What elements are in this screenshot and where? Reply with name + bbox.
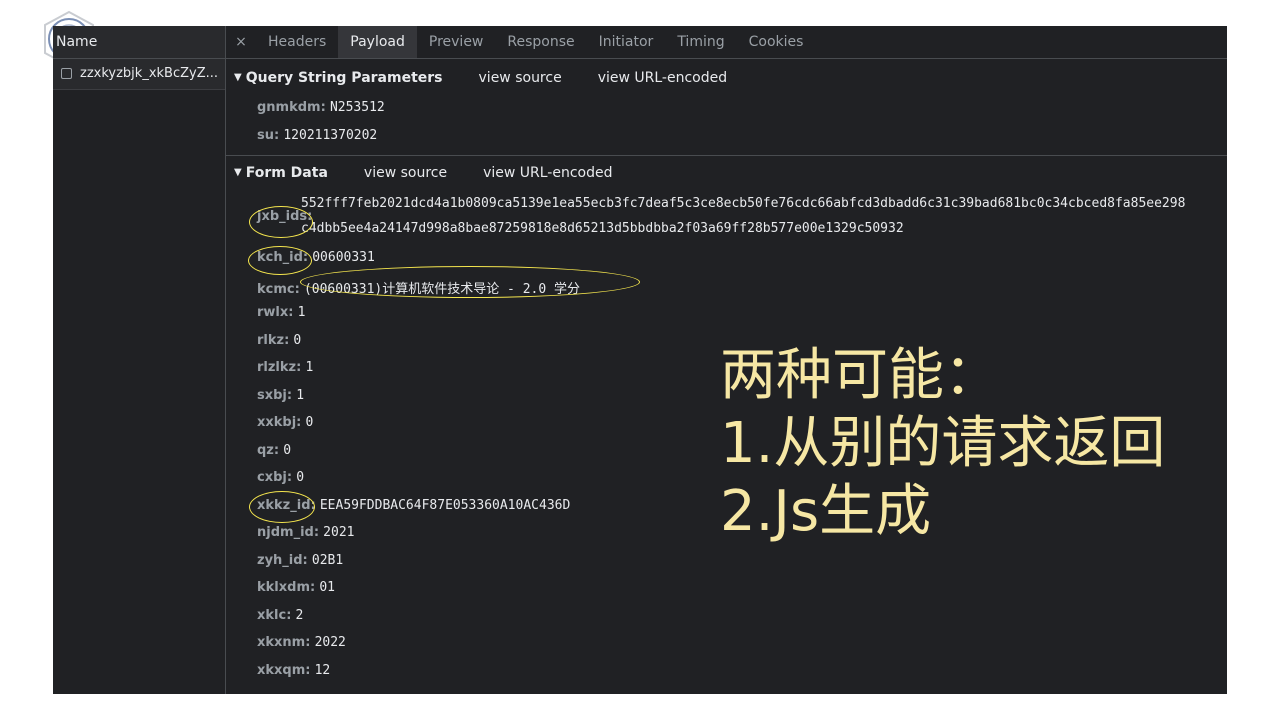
form-param-row: xklc: 2	[257, 608, 303, 623]
param-key: kcmc:	[257, 281, 300, 297]
form-param-row: sxbj: 1	[257, 388, 304, 403]
highlight-kcmc-value	[300, 266, 640, 298]
form-param-row: njdm_id: 2021	[257, 525, 354, 540]
param-key: xxkbj:	[257, 415, 302, 430]
param-value: 0	[293, 332, 302, 348]
form-section-header[interactable]: ▼ Form Data view source view URL-encoded	[226, 158, 649, 188]
param-value: 00600331	[312, 250, 375, 265]
query-section-header[interactable]: ▼ Query String Parameters view source vi…	[226, 63, 763, 93]
param-key: su:	[257, 128, 280, 143]
tab-initiator[interactable]: Initiator	[587, 26, 666, 58]
param-value: 0	[305, 415, 314, 430]
query-param-row: gnmkdm: N253512	[257, 100, 385, 115]
annotation-text: 两种可能： 1.从别的请求返回 2.Js生成	[720, 342, 1165, 546]
param-value: 2021	[323, 525, 355, 540]
param-key: xkxqm:	[257, 662, 311, 678]
section-divider	[226, 155, 1227, 156]
highlight-xkkz-id	[249, 491, 315, 523]
param-key: rwlx:	[257, 305, 294, 320]
param-key: njdm_id:	[257, 525, 320, 540]
close-icon[interactable]: ×	[226, 34, 256, 50]
request-name: zzxkyzbjk_xkBcZyZ...	[80, 66, 219, 81]
tab-timing[interactable]: Timing	[665, 26, 736, 58]
param-value: 0	[283, 442, 292, 458]
form-param-row: zyh_id: 02B1	[257, 553, 343, 568]
form-view-source-link[interactable]: view source	[364, 158, 447, 188]
jxb-ids-value-line1: 552fff7feb2021dcd4a1b0809ca5139e1ea55ecb…	[301, 196, 1186, 211]
param-value: 1	[296, 387, 305, 403]
query-view-source-link[interactable]: view source	[479, 63, 562, 93]
param-key: rlzlkz:	[257, 360, 302, 375]
annotation-line2: 1.从别的请求返回	[720, 411, 1166, 476]
param-value: 12	[314, 662, 331, 678]
form-param-row: qz: 0	[257, 443, 291, 458]
tab-cookies[interactable]: Cookies	[737, 26, 816, 58]
form-param-row: rlkz: 0	[257, 333, 301, 348]
param-key: kklxdm:	[257, 580, 316, 595]
param-key: gnmkdm:	[257, 100, 326, 115]
name-column-label: Name	[56, 34, 98, 50]
param-key: qz:	[257, 442, 280, 458]
triangle-down-icon[interactable]: ▼	[234, 63, 242, 93]
query-section-title: Query String Parameters	[245, 70, 443, 86]
query-param-row: su: 120211370202	[257, 128, 377, 143]
annotation-line3: 2.Js生成	[720, 479, 932, 544]
param-value: 120211370202	[283, 128, 378, 143]
highlight-kch-id	[248, 246, 312, 275]
param-key: xkxnm:	[257, 635, 311, 650]
param-value: 2	[295, 607, 304, 623]
request-row[interactable]: zzxkyzbjk_xkBcZyZ...	[53, 59, 225, 90]
form-section-title: Form Data	[245, 165, 328, 181]
form-param-row: rlzlkz: 1	[257, 360, 313, 375]
param-key: xklc:	[257, 607, 292, 623]
jxb-ids-value-line2: c4dbb5ee4a24147d998a8bae87259818e8d65213…	[301, 221, 904, 236]
form-param-row: xkxnm: 2022	[257, 635, 346, 650]
param-value: N253512	[329, 100, 385, 115]
name-column-header[interactable]: Name	[53, 26, 225, 59]
form-param-row: kklxdm: 01	[257, 580, 335, 595]
param-value: 0	[296, 470, 305, 485]
highlight-jxb-ids	[249, 206, 313, 238]
param-value: EEA59FDDBAC64F87E053360A10AC436D	[319, 497, 571, 513]
param-key: rlkz:	[257, 332, 290, 348]
form-param-row: xxkbj: 0	[257, 415, 313, 430]
form-param-row: xkxqm: 12	[257, 663, 330, 678]
param-value: 2022	[314, 635, 346, 650]
request-checkbox-icon[interactable]	[61, 68, 72, 79]
triangle-down-icon[interactable]: ▼	[234, 158, 242, 188]
param-key: sxbj:	[257, 387, 293, 403]
param-value: 1	[305, 360, 314, 375]
param-value: 1	[297, 305, 306, 320]
detail-tabbar: × Headers Payload Preview Response Initi…	[226, 26, 1227, 59]
annotation-line1: 两种可能：	[720, 343, 1000, 408]
tab-response[interactable]: Response	[495, 26, 586, 58]
tab-payload[interactable]: Payload	[338, 26, 417, 58]
param-key: zyh_id:	[257, 552, 308, 568]
tab-headers[interactable]: Headers	[256, 26, 338, 58]
query-view-url-link[interactable]: view URL-encoded	[598, 63, 727, 93]
param-key: cxbj:	[257, 470, 293, 485]
param-value: 02B1	[311, 552, 344, 568]
form-param-row: rwlx: 1	[257, 305, 305, 320]
request-list-pane: Name zzxkyzbjk_xkBcZyZ...	[53, 26, 226, 694]
form-param-row: cxbj: 0	[257, 470, 304, 485]
tab-preview[interactable]: Preview	[417, 26, 496, 58]
form-view-url-link[interactable]: view URL-encoded	[483, 158, 612, 188]
param-value: 01	[319, 580, 335, 595]
